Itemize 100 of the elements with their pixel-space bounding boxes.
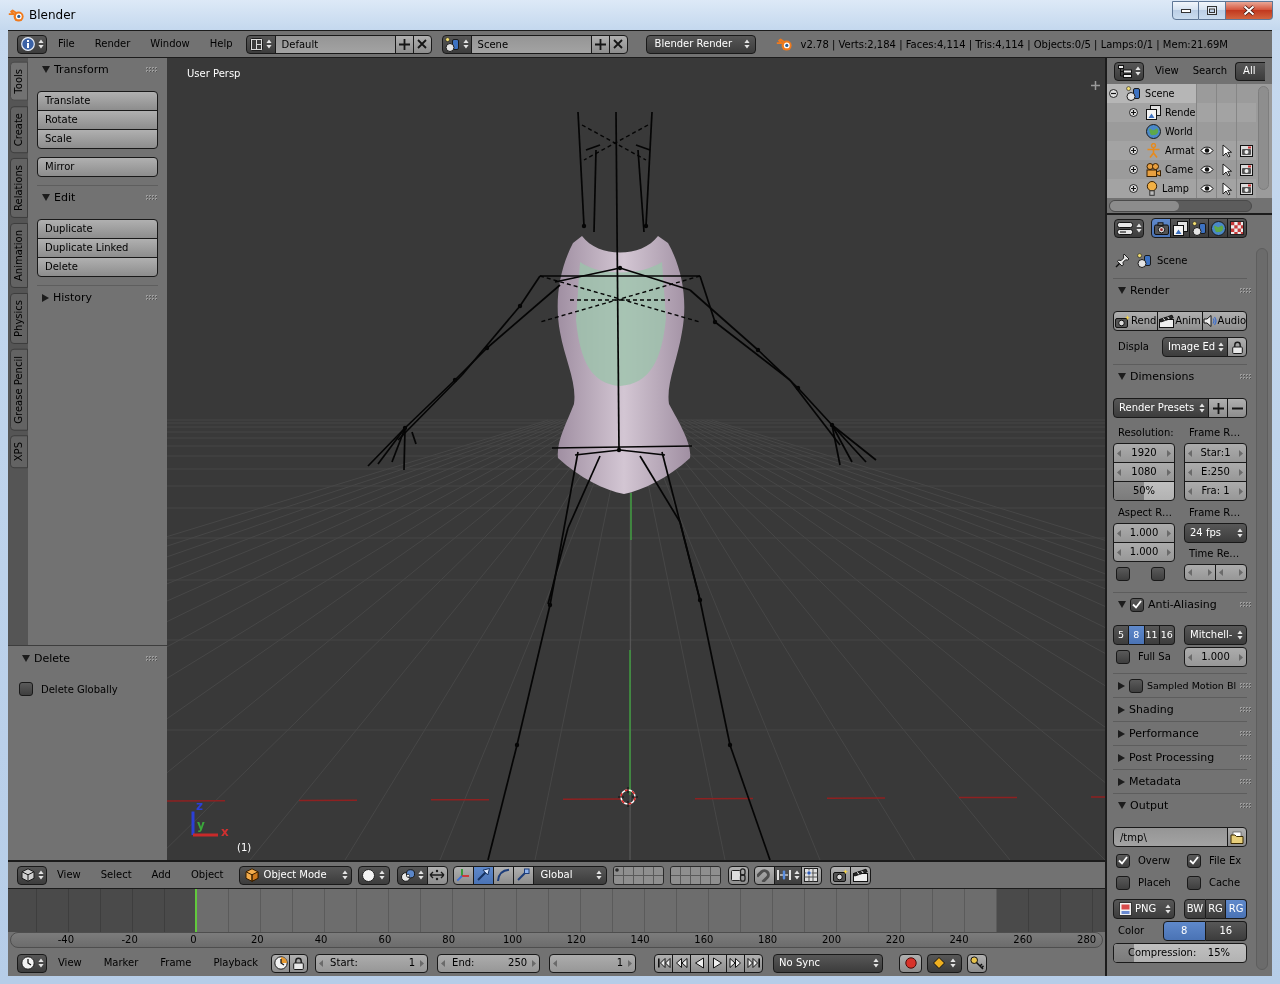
scrollbar-thumb[interactable] bbox=[1110, 200, 1179, 211]
lock-button[interactable] bbox=[1227, 337, 1247, 357]
sidebar-tab[interactable]: Tools bbox=[10, 62, 28, 101]
menu-item[interactable]: Render bbox=[84, 34, 141, 54]
tool-button[interactable]: Duplicate bbox=[37, 219, 158, 239]
panel-header[interactable]: Render bbox=[1113, 279, 1251, 302]
origins-toggle[interactable] bbox=[426, 865, 448, 885]
sidebar-tab[interactable]: XPS bbox=[10, 435, 28, 469]
render-engine-dropdown[interactable]: Blender Render bbox=[645, 34, 756, 54]
number-field[interactable]: 1.000 bbox=[1113, 542, 1175, 562]
toggle-button[interactable]: BW bbox=[1184, 899, 1206, 919]
menu-item[interactable]: Window bbox=[140, 34, 200, 54]
sidebar-tab[interactable]: Create bbox=[10, 105, 28, 153]
record-button[interactable] bbox=[899, 953, 923, 973]
scale-button[interactable] bbox=[512, 865, 534, 885]
checkbox[interactable] bbox=[19, 682, 33, 696]
plus-icon[interactable] bbox=[1091, 81, 1100, 90]
file-path-field[interactable]: /tmp\ bbox=[1113, 827, 1228, 847]
sidebar-tab[interactable]: Relations bbox=[10, 157, 28, 218]
context-tab[interactable] bbox=[1227, 218, 1247, 238]
checkbox-label[interactable]: Cache bbox=[1209, 877, 1241, 888]
context-tab[interactable] bbox=[1151, 218, 1171, 238]
pin-icon[interactable] bbox=[1115, 252, 1130, 268]
render-image-button[interactable] bbox=[829, 865, 851, 885]
menu-item[interactable]: Marker bbox=[92, 953, 150, 973]
number-field[interactable]: 1080 bbox=[1113, 462, 1175, 482]
eye-icon[interactable] bbox=[1199, 145, 1214, 156]
checkbox[interactable] bbox=[1116, 853, 1130, 868]
mode-dropdown[interactable]: Object Mode bbox=[238, 865, 352, 885]
layer-toggle[interactable] bbox=[623, 866, 633, 875]
slider[interactable]: Compression: 15% bbox=[1113, 943, 1247, 963]
toggle-button[interactable]: 16 bbox=[1205, 921, 1247, 941]
scrollbar[interactable] bbox=[1109, 199, 1252, 212]
layer-toggle[interactable] bbox=[653, 866, 663, 875]
circle-plus-icon[interactable] bbox=[1129, 108, 1138, 117]
menu-item[interactable]: Help bbox=[199, 34, 243, 54]
layer-toggle[interactable] bbox=[623, 875, 633, 884]
circle-minus-icon[interactable] bbox=[1109, 89, 1118, 98]
panel-header[interactable]: Post Processing bbox=[1113, 746, 1251, 769]
layer-toggle[interactable] bbox=[710, 875, 720, 884]
pivot-dropdown[interactable] bbox=[396, 865, 428, 885]
panel-header[interactable]: Output bbox=[1113, 794, 1251, 817]
layer-toggle[interactable] bbox=[680, 875, 690, 884]
checkbox[interactable] bbox=[1187, 875, 1201, 890]
snap-button[interactable] bbox=[773, 865, 802, 885]
checkbox[interactable] bbox=[1130, 597, 1144, 612]
context-tab[interactable] bbox=[1189, 218, 1209, 238]
editor-type-button[interactable] bbox=[1114, 218, 1144, 238]
snap-element-button[interactable] bbox=[800, 865, 822, 885]
menu-item[interactable]: Object bbox=[180, 865, 234, 885]
remove-preset-button[interactable] bbox=[1227, 398, 1247, 418]
pointer-icon[interactable] bbox=[1221, 143, 1232, 158]
checkbox[interactable] bbox=[1116, 649, 1130, 664]
jump-end-button[interactable] bbox=[744, 953, 764, 973]
minimize-button[interactable] bbox=[1172, 1, 1199, 20]
filter-dropdown[interactable]: Mitchell- bbox=[1184, 625, 1247, 645]
render-button[interactable]: Rend bbox=[1113, 311, 1159, 331]
number-field[interactable]: 1920 bbox=[1113, 443, 1175, 463]
panel-header[interactable]: Performance bbox=[1113, 722, 1251, 745]
context-tab[interactable] bbox=[1170, 218, 1190, 238]
layer-toggle[interactable] bbox=[633, 866, 643, 875]
pointer-icon[interactable] bbox=[1221, 162, 1232, 177]
number-field[interactable]: 1.000 bbox=[1113, 523, 1175, 543]
time-remap-field[interactable] bbox=[1215, 564, 1247, 581]
layer-toggle[interactable] bbox=[613, 866, 623, 875]
browse-folder-button[interactable] bbox=[1227, 827, 1247, 847]
circle-plus-icon[interactable] bbox=[1129, 146, 1138, 155]
editor-type-button[interactable] bbox=[1114, 61, 1144, 81]
eye-icon[interactable] bbox=[1199, 164, 1214, 175]
audio-button[interactable]: Audio bbox=[1201, 311, 1247, 331]
camera-icon[interactable] bbox=[1240, 163, 1253, 176]
play-reverse-button[interactable] bbox=[690, 953, 710, 973]
tool-button[interactable]: Delete bbox=[37, 257, 158, 277]
checkbox[interactable] bbox=[1129, 678, 1143, 693]
lock-button[interactable] bbox=[289, 953, 309, 973]
keying-set-dropdown[interactable] bbox=[927, 953, 963, 973]
panel-header[interactable]: Shading bbox=[1113, 698, 1251, 721]
frame-rate-dropdown[interactable]: 24 fps bbox=[1184, 523, 1247, 543]
file-format-dropdown[interactable]: PNG bbox=[1113, 899, 1175, 919]
panel-header[interactable]: Anti-Aliasing bbox=[1113, 593, 1251, 616]
lock-layers-button[interactable] bbox=[727, 865, 749, 885]
layer-toggle[interactable] bbox=[613, 875, 623, 884]
panel-header[interactable]: Delete bbox=[22, 647, 157, 670]
play-button[interactable] bbox=[708, 953, 728, 973]
preview-range-toggle[interactable] bbox=[271, 953, 291, 973]
camera-icon[interactable] bbox=[1240, 144, 1253, 157]
layer-toggle[interactable] bbox=[710, 866, 720, 875]
layer-toggle[interactable] bbox=[670, 866, 680, 875]
number-field[interactable]: Star:1 bbox=[1184, 443, 1247, 463]
browse-button[interactable] bbox=[441, 34, 472, 54]
tool-button[interactable]: Rotate bbox=[37, 110, 158, 130]
end-frame-field[interactable]: End: 250 bbox=[437, 953, 541, 973]
layer-toggle[interactable] bbox=[690, 866, 700, 875]
render-animation-button[interactable] bbox=[849, 865, 871, 885]
sidebar-tab[interactable]: Physics bbox=[10, 292, 28, 344]
layer-toggle[interactable] bbox=[700, 875, 710, 884]
sidebar-tab[interactable]: Grease Pencil bbox=[10, 348, 28, 431]
panel-header[interactable]: Dimensions bbox=[1113, 365, 1251, 388]
checkbox[interactable] bbox=[1116, 875, 1130, 890]
layer-toggle[interactable] bbox=[643, 875, 653, 884]
